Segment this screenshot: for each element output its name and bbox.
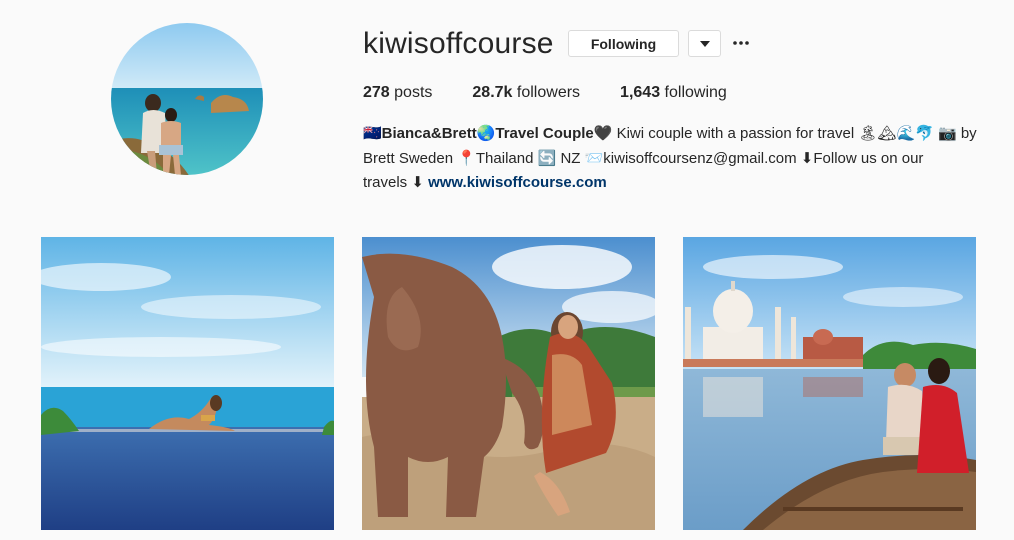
posts-label: posts: [394, 84, 433, 101]
avatar-photo: [111, 23, 263, 175]
website-link[interactable]: www.kiwisoffcourse.com: [428, 174, 607, 191]
following-label: following: [664, 84, 727, 101]
following-stat[interactable]: 1,643 following: [620, 83, 727, 103]
profile-stats: 278 posts 28.7k followers 1,643 followin…: [363, 83, 767, 103]
followers-stat[interactable]: 28.7k followers: [472, 83, 580, 103]
profile-bio: 🇳🇿Bianca&Brett🌏Travel Couple🖤 Kiwi coupl…: [363, 122, 983, 196]
ellipsis-icon: [733, 41, 749, 45]
post-elephant[interactable]: [362, 237, 655, 530]
chevron-down-icon: [699, 40, 710, 47]
following-count: 1,643: [620, 84, 661, 101]
post-taj-mahal[interactable]: [683, 237, 976, 530]
profile-avatar[interactable]: [111, 23, 263, 175]
post-infinity-pool[interactable]: [41, 237, 334, 530]
post-photo: [683, 237, 976, 530]
options-button[interactable]: [732, 34, 750, 52]
profile-username: kiwisoffcourse: [363, 27, 554, 60]
bio-line-1: 🇳🇿Bianca&Brett🌏Travel Couple🖤 Kiwi coupl…: [363, 122, 983, 147]
bio-line-2: Brett Sweden 📍Thailand 🔄 NZ 📨kiwisoffcou…: [363, 149, 924, 167]
bio-text-1: Kiwi couple with a passion for travel 🏝🏔…: [612, 125, 977, 142]
posts-stat: 278 posts: [363, 83, 432, 103]
bio-line-3: travels ⬇ www.kiwisoffcourse.com: [363, 171, 983, 196]
followers-label: followers: [516, 84, 581, 101]
suggestions-dropdown-button[interactable]: [688, 30, 721, 57]
following-button[interactable]: Following: [568, 30, 679, 57]
posts-count: 278: [363, 84, 390, 101]
bio-text-3: travels ⬇: [363, 174, 429, 191]
profile-full-name: 🇳🇿Bianca&Brett🌏Travel Couple🖤: [363, 125, 613, 142]
post-photo: [41, 237, 334, 530]
post-photo: [362, 237, 655, 530]
followers-count: 28.7k: [472, 84, 513, 101]
